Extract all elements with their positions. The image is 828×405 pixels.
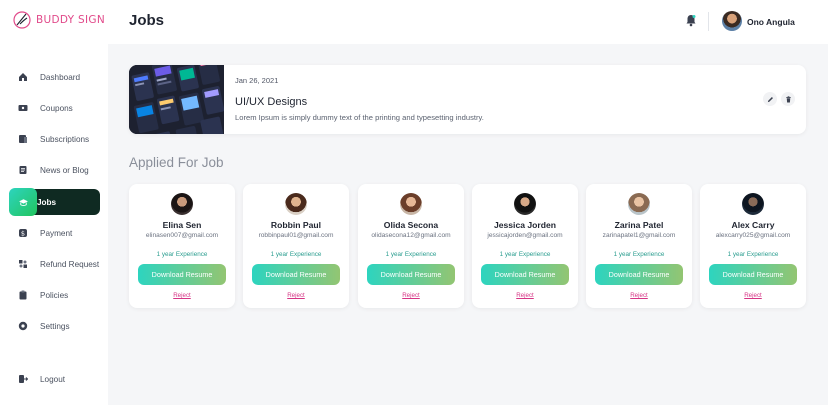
reject-link[interactable]: Reject: [472, 292, 578, 299]
sidebar-item-subscriptions[interactable]: Subscriptions: [9, 126, 100, 152]
avatar: [628, 193, 650, 215]
header-divider: [708, 12, 709, 31]
applicant-email: elinasen007@gmail.com: [145, 232, 219, 239]
sidebar-item-label: Settings: [40, 321, 70, 331]
delete-button[interactable]: [781, 92, 795, 106]
bell-icon[interactable]: [685, 14, 697, 27]
sidebar-item-label: Policies: [40, 290, 69, 300]
refund-icon: [18, 259, 28, 269]
sidebar-item-settings[interactable]: Settings: [9, 313, 100, 339]
policies-icon: [18, 290, 28, 300]
avatar: [400, 193, 422, 215]
sidebar-item-policies[interactable]: Policies: [9, 282, 100, 308]
page-title: Jobs: [129, 12, 165, 29]
sidebar-item-label: Refund Request: [40, 259, 100, 269]
applicant-email: jessicajorden@gmail.com: [487, 232, 563, 239]
dashboard-collage-image: [129, 65, 224, 134]
job-card[interactable]: Jan 26, 2021 UI/UX Designs Lorem Ipsum i…: [129, 65, 806, 134]
applicant-email: olidasecona12@gmail.com: [371, 232, 451, 239]
sidebar-item-jobs[interactable]: Jobs: [9, 188, 100, 216]
reject-link[interactable]: Reject: [129, 292, 235, 299]
sidebar-item-refund[interactable]: Refund Request: [9, 251, 100, 277]
sidebar-item-label: News or Blog: [40, 165, 89, 175]
applicant-card: Elina Sen elinasen007@gmail.com 1 year E…: [129, 184, 235, 308]
applicant-name: Olida Secona: [383, 220, 439, 230]
logo-mark-icon: [13, 11, 31, 29]
coupon-icon: [18, 103, 28, 113]
applicant-email: zarinapatel1@gmail.com: [602, 232, 676, 239]
logo-text: BUDDY SIGN: [36, 14, 105, 26]
applicant-experience: 1 year Experience: [613, 251, 665, 258]
sidebar-item-news[interactable]: News or Blog: [9, 157, 100, 183]
user-name[interactable]: Ono Angula: [747, 17, 795, 27]
logout-icon: [18, 374, 28, 384]
sidebar-item-label: Coupons: [40, 103, 73, 113]
reject-link[interactable]: Reject: [700, 292, 806, 299]
applicant-name: Alex Carry: [731, 220, 775, 230]
user-avatar[interactable]: [722, 11, 742, 31]
job-thumbnail: [129, 65, 224, 134]
download-resume-button[interactable]: Download Resume: [709, 264, 797, 285]
applicant-name: Jessica Jorden: [493, 220, 557, 230]
job-description: Lorem Ipsum is simply dummy text of the …: [235, 113, 484, 122]
news-icon: [18, 165, 28, 175]
download-resume-button[interactable]: Download Resume: [367, 264, 455, 285]
dollar-icon: $: [18, 228, 28, 238]
top-header: Jobs Ono Angula: [108, 0, 828, 44]
applicant-name: Zarina Patel: [614, 220, 664, 230]
applicant-experience: 1 year Experience: [727, 251, 779, 258]
download-resume-button[interactable]: Download Resume: [252, 264, 340, 285]
sidebar-item-coupons[interactable]: Coupons: [9, 95, 100, 121]
edit-button[interactable]: [763, 92, 777, 106]
jobs-icon: [9, 188, 37, 216]
applicant-card: Zarina Patel zarinapatel1@gmail.com 1 ye…: [586, 184, 692, 308]
sidebar: BUDDY SIGN Dashboard Coupons Subscriptio…: [0, 0, 108, 405]
reject-link[interactable]: Reject: [358, 292, 464, 299]
sidebar-item-dashboard[interactable]: Dashboard: [9, 64, 100, 90]
sidebar-item-payment[interactable]: $ Payment: [9, 220, 100, 246]
sidebar-item-logout[interactable]: Logout: [9, 366, 100, 392]
gear-icon: [18, 321, 28, 331]
applicant-experience: 1 year Experience: [270, 251, 322, 258]
applicant-experience: 1 year Experience: [385, 251, 437, 258]
reject-link[interactable]: Reject: [586, 292, 692, 299]
sidebar-item-label: Jobs: [37, 197, 57, 207]
download-resume-button[interactable]: Download Resume: [138, 264, 226, 285]
avatar: [285, 193, 307, 215]
sidebar-item-label: Payment: [40, 228, 73, 238]
avatar: [742, 193, 764, 215]
applicant-card: Alex Carry alexcarry025@gmail.com 1 year…: [700, 184, 806, 308]
applicant-card: Olida Secona olidasecona12@gmail.com 1 y…: [358, 184, 464, 308]
applicant-experience: 1 year Experience: [499, 251, 551, 258]
download-resume-button[interactable]: Download Resume: [481, 264, 569, 285]
brand-logo[interactable]: BUDDY SIGN: [12, 10, 105, 30]
reject-link[interactable]: Reject: [243, 292, 349, 299]
applicant-name: Elina Sen: [162, 220, 202, 230]
subscription-icon: [18, 134, 28, 144]
sidebar-item-label: Logout: [40, 374, 66, 384]
download-resume-button[interactable]: Download Resume: [595, 264, 683, 285]
avatar: [171, 193, 193, 215]
applicant-email: robbinpaul01@gmail.com: [258, 232, 334, 239]
applied-section-title: Applied For Job: [129, 155, 224, 170]
applicant-experience: 1 year Experience: [156, 251, 208, 258]
job-date: Jan 26, 2021: [235, 76, 279, 85]
home-icon: [18, 72, 28, 82]
applicant-name: Robbin Paul: [270, 220, 322, 230]
applicant-card: Jessica Jorden jessicajorden@gmail.com 1…: [472, 184, 578, 308]
sidebar-item-label: Dashboard: [40, 72, 81, 82]
pencil-icon: [767, 96, 773, 102]
trash-icon: [785, 95, 791, 102]
applicant-email: alexcarry025@gmail.com: [715, 232, 791, 239]
applicant-card: Robbin Paul robbinpaul01@gmail.com 1 yea…: [243, 184, 349, 308]
avatar: [514, 193, 536, 215]
job-title: UI/UX Designs: [235, 96, 308, 108]
sidebar-item-label: Subscriptions: [40, 134, 90, 144]
svg-text:$: $: [21, 230, 25, 238]
